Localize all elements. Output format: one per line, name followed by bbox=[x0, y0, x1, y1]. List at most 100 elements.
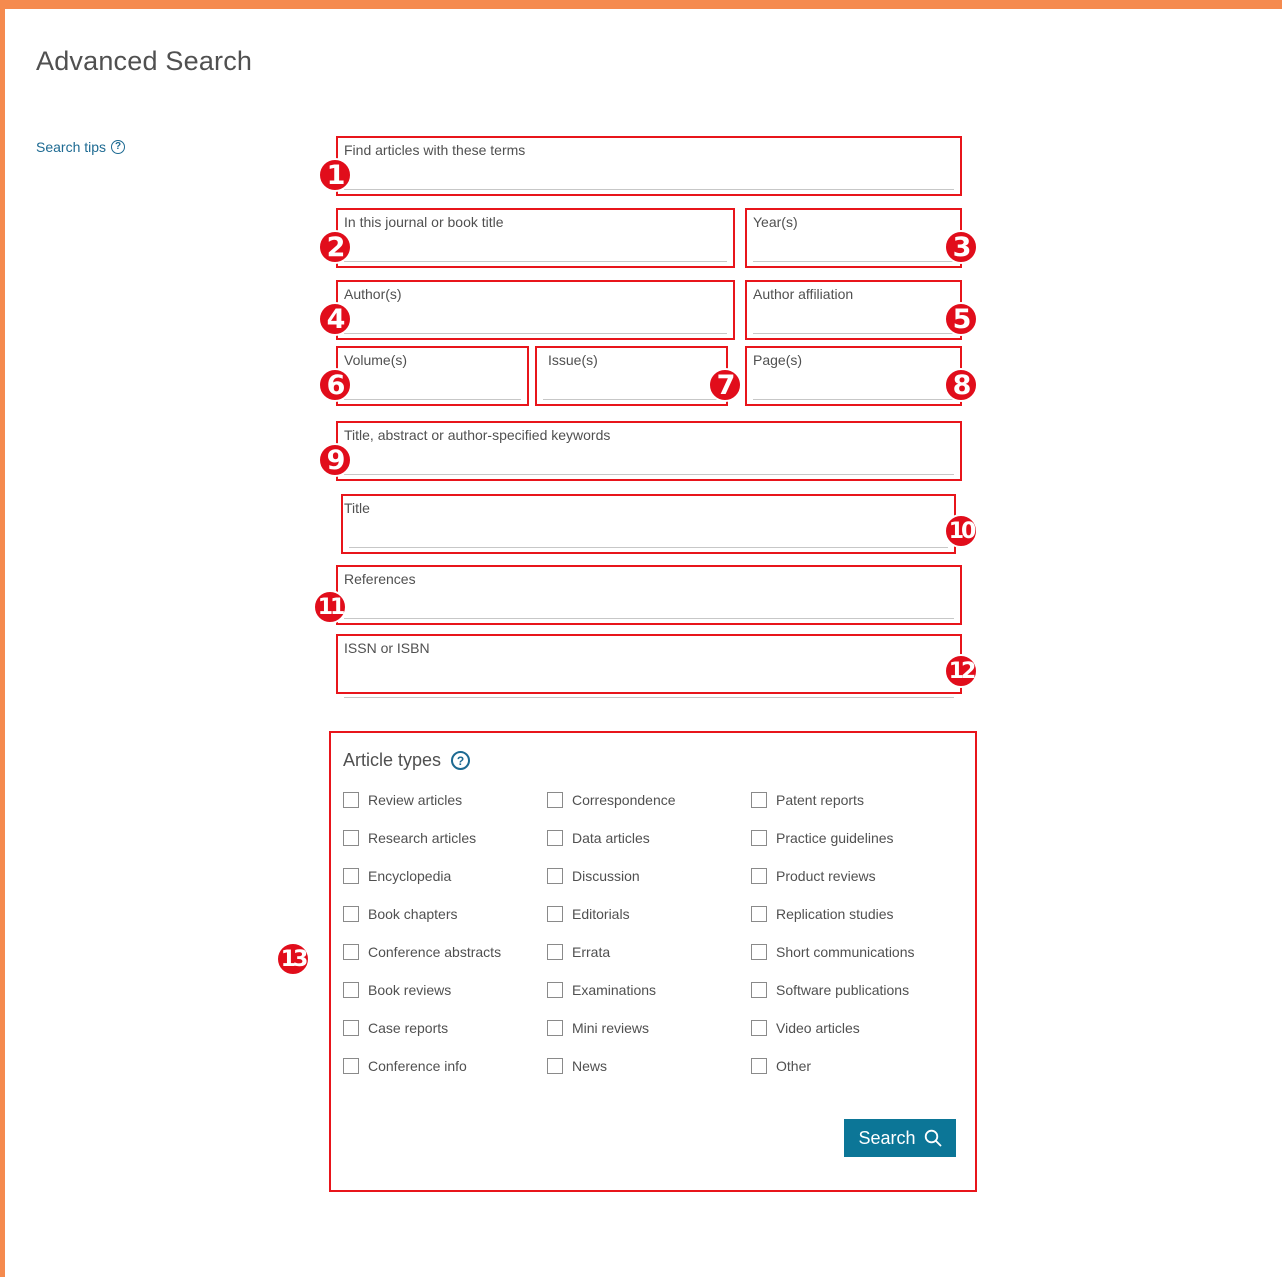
article-type-software-publications[interactable]: Software publications bbox=[751, 982, 909, 998]
field-label: Year(s) bbox=[753, 214, 798, 230]
checkbox[interactable] bbox=[751, 1058, 767, 1074]
issn-isbn-field[interactable]: ISSN or ISBN bbox=[336, 634, 962, 698]
article-type-other[interactable]: Other bbox=[751, 1058, 811, 1074]
article-type-news[interactable]: News bbox=[547, 1058, 607, 1074]
author-affiliation-field[interactable]: Author affiliation bbox=[745, 280, 962, 340]
article-type-conference-info[interactable]: Conference info bbox=[343, 1058, 467, 1074]
article-type-book-reviews[interactable]: Book reviews bbox=[343, 982, 451, 998]
journal-title-input[interactable] bbox=[344, 238, 727, 260]
checkbox[interactable] bbox=[751, 982, 767, 998]
article-type-data-articles[interactable]: Data articles bbox=[547, 830, 650, 846]
pages-input[interactable] bbox=[753, 376, 954, 398]
article-type-book-chapters[interactable]: Book chapters bbox=[343, 906, 458, 922]
checkbox[interactable] bbox=[547, 830, 563, 846]
checkbox[interactable] bbox=[751, 830, 767, 846]
article-type-editorials[interactable]: Editorials bbox=[547, 906, 630, 922]
volumes-input[interactable] bbox=[344, 376, 521, 398]
article-types-panel: Article types ? Review articles Research… bbox=[329, 731, 977, 1192]
checkbox[interactable] bbox=[343, 982, 359, 998]
article-type-research-articles[interactable]: Research articles bbox=[343, 830, 476, 846]
field-underline bbox=[344, 261, 727, 262]
checkbox[interactable] bbox=[547, 982, 563, 998]
article-type-encyclopedia[interactable]: Encyclopedia bbox=[343, 868, 451, 884]
article-type-conference-abstracts[interactable]: Conference abstracts bbox=[343, 944, 501, 960]
annotation-marker-12: 12 bbox=[944, 654, 978, 688]
search-tips-link[interactable]: Search tips ? bbox=[36, 139, 126, 155]
article-type-examinations[interactable]: Examinations bbox=[547, 982, 656, 998]
checkbox[interactable] bbox=[343, 1058, 359, 1074]
article-type-patent-reports[interactable]: Patent reports bbox=[751, 792, 864, 808]
checkbox[interactable] bbox=[547, 906, 563, 922]
checkbox[interactable] bbox=[343, 1020, 359, 1036]
issn-isbn-input[interactable] bbox=[344, 664, 954, 686]
checkbox[interactable] bbox=[751, 868, 767, 884]
annotation-marker-13: 13 bbox=[276, 942, 310, 976]
field-underline bbox=[344, 474, 954, 475]
pages-field[interactable]: Page(s) bbox=[745, 346, 962, 406]
issues-field[interactable]: Issue(s) bbox=[535, 346, 728, 406]
field-label: Title bbox=[344, 500, 370, 516]
article-type-video-articles[interactable]: Video articles bbox=[751, 1020, 860, 1036]
volumes-field[interactable]: Volume(s) bbox=[336, 346, 529, 406]
checkbox[interactable] bbox=[547, 1020, 563, 1036]
keywords-input[interactable] bbox=[344, 451, 954, 473]
article-type-practice-guidelines[interactable]: Practice guidelines bbox=[751, 830, 894, 846]
references-field[interactable]: References bbox=[336, 565, 962, 625]
checkbox[interactable] bbox=[343, 792, 359, 808]
search-button[interactable]: Search bbox=[844, 1119, 956, 1157]
keywords-field[interactable]: Title, abstract or author-specified keyw… bbox=[336, 421, 962, 481]
checkbox[interactable] bbox=[751, 906, 767, 922]
field-label: Author(s) bbox=[344, 286, 402, 302]
checkbox[interactable] bbox=[547, 944, 563, 960]
article-type-label: Video articles bbox=[776, 1020, 860, 1036]
references-input[interactable] bbox=[344, 595, 954, 617]
article-type-replication-studies[interactable]: Replication studies bbox=[751, 906, 894, 922]
article-type-correspondence[interactable]: Correspondence bbox=[547, 792, 676, 808]
annotation-marker-8: 8 bbox=[944, 368, 978, 402]
author-affiliation-input[interactable] bbox=[753, 310, 954, 332]
field-underline bbox=[344, 618, 954, 619]
authors-field[interactable]: Author(s) bbox=[336, 280, 735, 340]
checkbox[interactable] bbox=[751, 1020, 767, 1036]
article-type-review-articles[interactable]: Review articles bbox=[343, 792, 462, 808]
article-type-mini-reviews[interactable]: Mini reviews bbox=[547, 1020, 649, 1036]
checkbox[interactable] bbox=[547, 1058, 563, 1074]
article-type-short-communications[interactable]: Short communications bbox=[751, 944, 915, 960]
all-terms-field[interactable]: Find articles with these terms bbox=[336, 136, 962, 196]
all-terms-input[interactable] bbox=[344, 166, 954, 188]
window-frame-top bbox=[0, 0, 1282, 9]
article-type-product-reviews[interactable]: Product reviews bbox=[751, 868, 876, 884]
field-label: Issue(s) bbox=[548, 352, 598, 368]
annotation-marker-4: 4 bbox=[318, 302, 352, 336]
field-underline bbox=[349, 547, 948, 548]
checkbox[interactable] bbox=[343, 906, 359, 922]
checkbox[interactable] bbox=[343, 868, 359, 884]
checkbox[interactable] bbox=[343, 830, 359, 846]
help-circle-icon[interactable]: ? bbox=[451, 751, 471, 770]
title-field[interactable]: Title bbox=[341, 494, 956, 554]
article-type-label: Practice guidelines bbox=[776, 830, 894, 846]
article-type-label: Correspondence bbox=[572, 792, 676, 808]
article-types-label: Article types bbox=[343, 750, 442, 770]
authors-input[interactable] bbox=[344, 310, 727, 332]
checkbox[interactable] bbox=[751, 944, 767, 960]
article-type-case-reports[interactable]: Case reports bbox=[343, 1020, 448, 1036]
issues-input[interactable] bbox=[543, 376, 720, 398]
article-type-discussion[interactable]: Discussion bbox=[547, 868, 640, 884]
title-input[interactable] bbox=[349, 524, 948, 546]
journal-title-field[interactable]: In this journal or book title bbox=[336, 208, 735, 268]
years-field[interactable]: Year(s) bbox=[745, 208, 962, 268]
checkbox[interactable] bbox=[547, 868, 563, 884]
article-type-label: Research articles bbox=[368, 830, 477, 846]
checkbox[interactable] bbox=[343, 944, 359, 960]
field-label: References bbox=[344, 571, 416, 587]
checkbox[interactable] bbox=[547, 792, 563, 808]
article-type-errata[interactable]: Errata bbox=[547, 944, 610, 960]
years-input[interactable] bbox=[753, 238, 954, 260]
checkbox[interactable] bbox=[751, 792, 767, 808]
page-title: Advanced Search bbox=[36, 46, 253, 77]
field-label: In this journal or book title bbox=[344, 214, 504, 230]
annotation-marker-1: 1 bbox=[318, 158, 352, 192]
field-label: Volume(s) bbox=[344, 352, 408, 368]
search-tips-label: Search tips bbox=[36, 139, 107, 155]
